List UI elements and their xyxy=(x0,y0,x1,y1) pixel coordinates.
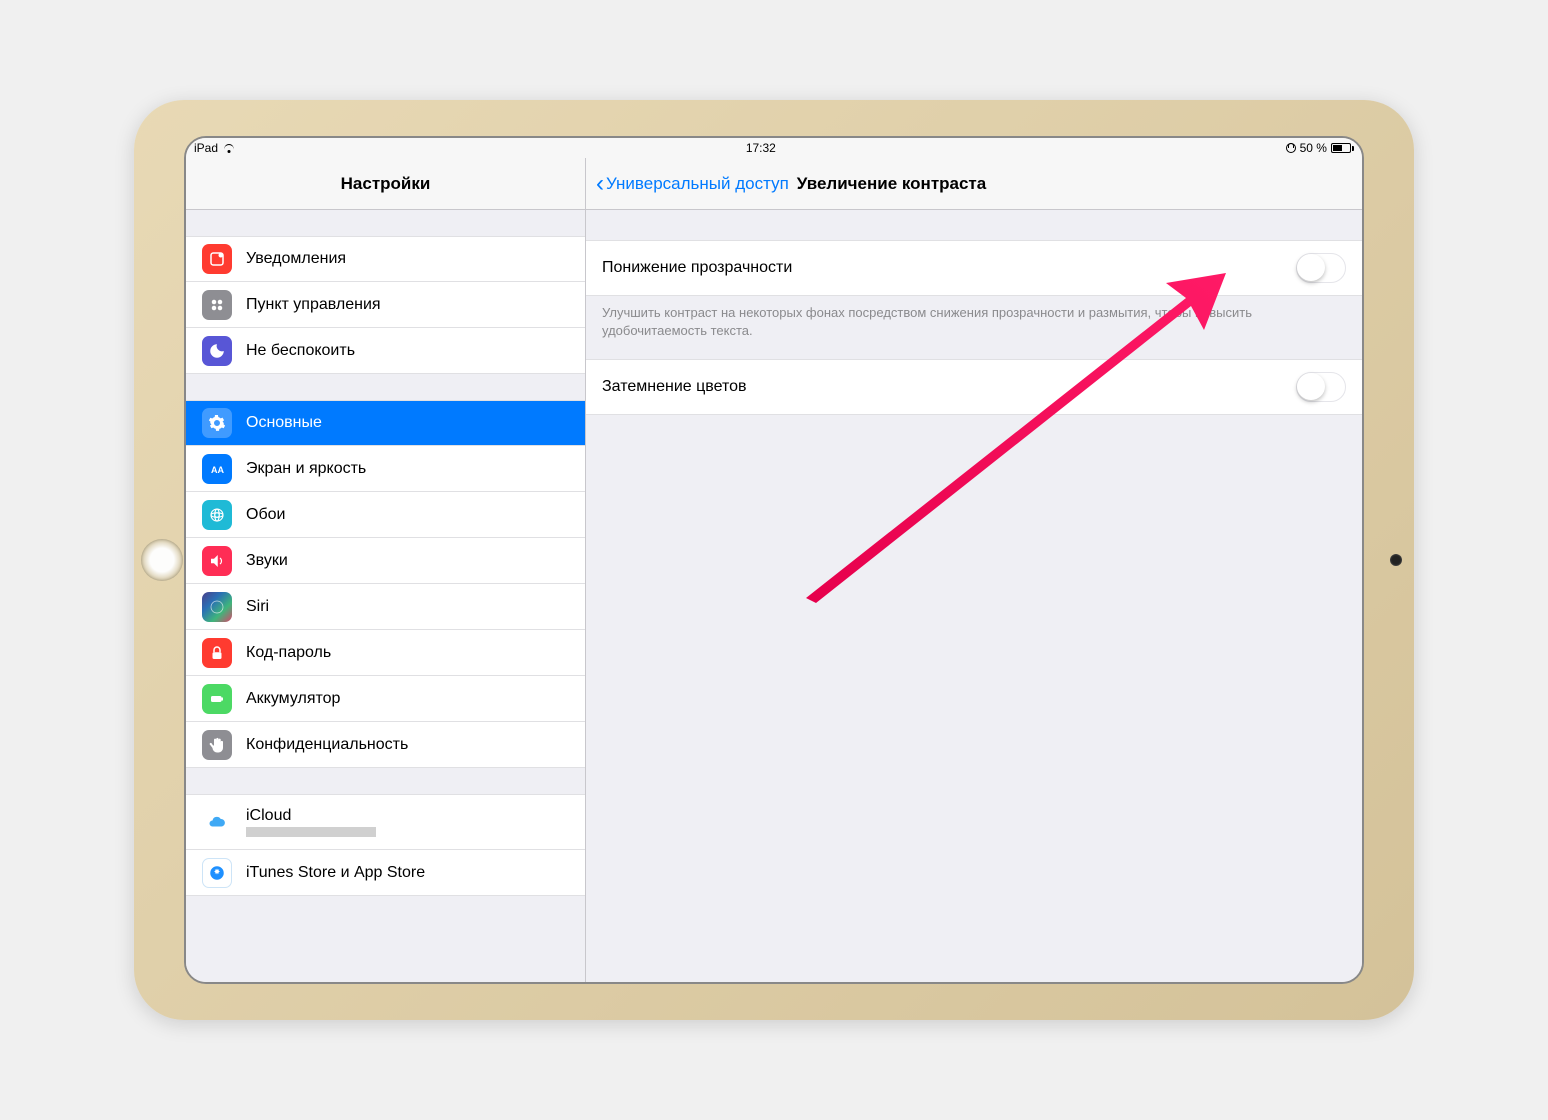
wallpaper-icon xyxy=(202,500,232,530)
display-icon: AA xyxy=(202,454,232,484)
battery-settings-icon xyxy=(202,684,232,714)
home-button[interactable] xyxy=(141,539,183,581)
screen-bezel: iPad 17:32 50 % Настройки xyxy=(184,136,1364,984)
sidebar-item-battery[interactable]: Аккумулятор xyxy=(186,676,585,722)
detail-body[interactable]: Понижение прозрачности Улучшить контраст… xyxy=(586,210,1362,982)
lock-icon xyxy=(202,638,232,668)
sidebar-item-control-center[interactable]: Пункт управления xyxy=(186,282,585,328)
sidebar-item-label: Звуки xyxy=(246,552,288,570)
sidebar-item-label: iTunes Store и App Store xyxy=(246,864,425,882)
row-reduce-transparency[interactable]: Понижение прозрачности xyxy=(586,240,1362,296)
battery-percent: 50 % xyxy=(1300,141,1327,155)
screen: iPad 17:32 50 % Настройки xyxy=(186,138,1362,982)
sidebar-item-privacy[interactable]: Конфиденциальность xyxy=(186,722,585,768)
sidebar-item-label: Код-пароль xyxy=(246,644,331,662)
moon-icon xyxy=(202,336,232,366)
detail-title: Увеличение контраста xyxy=(797,174,986,194)
rotation-lock-icon xyxy=(1286,143,1296,153)
toggle-darken-colors[interactable] xyxy=(1296,372,1346,402)
cell-label: Затемнение цветов xyxy=(602,378,747,396)
sidebar-item-sounds[interactable]: Звуки xyxy=(186,538,585,584)
sidebar-item-label: Конфиденциальность xyxy=(246,736,408,754)
sidebar-item-label: Пункт управления xyxy=(246,296,381,314)
sidebar-header: Настройки xyxy=(186,158,585,210)
detail-pane: ‹ Универсальный доступ Увеличение контра… xyxy=(586,158,1362,982)
wifi-icon xyxy=(222,143,236,153)
device-label: iPad xyxy=(194,141,218,155)
sidebar-list[interactable]: Уведомления Пункт управления xyxy=(186,210,585,982)
sidebar-item-label: Уведомления xyxy=(246,250,346,268)
sidebar-item-label: Siri xyxy=(246,598,269,616)
sidebar-item-siri[interactable]: Siri xyxy=(186,584,585,630)
siri-icon xyxy=(202,592,232,622)
clock: 17:32 xyxy=(746,141,776,155)
sidebar-item-label: Аккумулятор xyxy=(246,690,340,708)
toggle-reduce-transparency[interactable] xyxy=(1296,253,1346,283)
sidebar-title: Настройки xyxy=(341,174,431,194)
sidebar-item-label: Экран и яркость xyxy=(246,460,366,478)
control-center-icon xyxy=(202,290,232,320)
sidebar-item-label: Основные xyxy=(246,414,322,432)
speaker-icon xyxy=(202,546,232,576)
row-darken-colors[interactable]: Затемнение цветов xyxy=(586,359,1362,415)
gear-icon xyxy=(202,408,232,438)
sidebar-item-notifications[interactable]: Уведомления xyxy=(186,236,585,282)
front-camera xyxy=(1390,554,1402,566)
settings-sidebar: Настройки Уведомления xyxy=(186,158,586,982)
back-button[interactable]: ‹ Универсальный доступ xyxy=(596,170,789,198)
back-label: Универсальный доступ xyxy=(606,174,789,194)
notifications-icon xyxy=(202,244,232,274)
sidebar-item-wallpaper[interactable]: Обои xyxy=(186,492,585,538)
sidebar-item-display-brightness[interactable]: AA Экран и яркость xyxy=(186,446,585,492)
cell-label: Понижение прозрачности xyxy=(602,259,792,277)
detail-navbar: ‹ Универсальный доступ Увеличение контра… xyxy=(586,158,1362,210)
sidebar-item-icloud[interactable]: iCloud xyxy=(186,794,585,850)
sidebar-item-label: Не беспокоить xyxy=(246,342,355,360)
chevron-left-icon: ‹ xyxy=(596,170,604,198)
sidebar-item-itunes-appstore[interactable]: iTunes Store и App Store xyxy=(186,850,585,896)
cloud-icon xyxy=(202,807,232,837)
sidebar-item-label: Обои xyxy=(246,506,285,524)
sidebar-item-passcode[interactable]: Код-пароль xyxy=(186,630,585,676)
sidebar-item-general[interactable]: Основные xyxy=(186,400,585,446)
sidebar-item-label: iCloud xyxy=(246,807,376,825)
battery-icon xyxy=(1331,143,1354,153)
hand-icon xyxy=(202,730,232,760)
footer-reduce-transparency: Улучшить контраст на некоторых фонах пос… xyxy=(586,296,1362,359)
status-bar: iPad 17:32 50 % xyxy=(186,138,1362,158)
sidebar-item-do-not-disturb[interactable]: Не беспокоить xyxy=(186,328,585,374)
svg-text:AA: AA xyxy=(211,464,224,474)
ipad-frame: iPad 17:32 50 % Настройки xyxy=(134,100,1414,1020)
appstore-icon xyxy=(202,858,232,888)
icloud-account-blur xyxy=(246,827,376,837)
